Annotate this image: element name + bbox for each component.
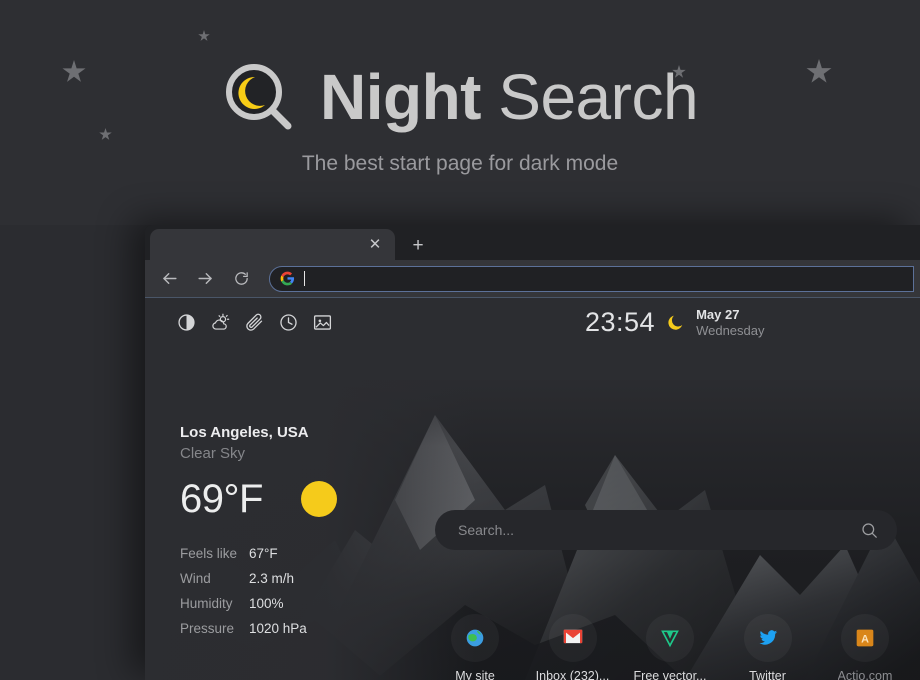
browser-tab-active[interactable]: ✕ (150, 229, 395, 260)
clock-time: 23:54 (585, 307, 656, 337)
gmail-icon (563, 628, 583, 648)
detail-value: 2.3 m/h (249, 571, 295, 586)
weather-condition: Clear Sky (180, 445, 246, 462)
browser-window: ✕ + 23:54 May 27 Wednesday Los Angeles, … (145, 225, 920, 680)
search-box[interactable] (435, 510, 897, 550)
freepik-icon (660, 628, 680, 648)
clock-date: May 27 (696, 307, 740, 323)
detail-value: 67°F (249, 546, 278, 561)
detail-key: Humidity (180, 596, 233, 611)
toolbar-icon-group (145, 312, 333, 333)
hero-banner: Night Search The best start page for dar… (0, 0, 920, 225)
text-cursor (304, 271, 305, 286)
browser-toolbar (145, 260, 920, 298)
moon-magnifier-logo-icon (222, 60, 296, 134)
weather-icon[interactable] (210, 312, 231, 333)
clock-weekday: Wednesday (696, 322, 765, 338)
tagline: The best start page for dark mode (301, 152, 619, 175)
shortcut-disc: A (841, 614, 889, 662)
actio-icon: A (855, 628, 875, 648)
plus-icon[interactable]: + (407, 234, 429, 256)
clock-widget: 23:54 May 27 Wednesday (585, 307, 765, 338)
globe-icon (465, 628, 485, 648)
search-input[interactable] (458, 522, 860, 538)
night-search-promo-page: Night Search The best start page for dar… (0, 0, 920, 680)
date-block: May 27 Wednesday (696, 307, 764, 338)
image-icon[interactable] (312, 312, 333, 333)
shortcut-label: Twitter (749, 669, 786, 680)
start-page-toolbar: 23:54 May 27 Wednesday (145, 298, 920, 346)
start-page: 23:54 May 27 Wednesday Los Angeles, USA … (145, 298, 920, 680)
shortcut-twitter[interactable]: Twitter (728, 614, 808, 680)
shortcut-actio[interactable]: A Actio.com (825, 614, 905, 680)
shortcut-disc (451, 614, 499, 662)
brand-word-bold: Night (319, 61, 482, 133)
shortcut-label: My site (455, 669, 495, 680)
tab-strip: ✕ + (145, 225, 920, 260)
close-icon[interactable]: ✕ (367, 237, 383, 253)
shortcut-disc (548, 614, 597, 662)
svg-text:A: A (861, 634, 869, 646)
paperclip-icon[interactable] (244, 312, 265, 333)
google-g-icon (280, 271, 295, 286)
detail-key: Wind (180, 571, 211, 586)
detail-value: 1020 hPa (249, 621, 307, 636)
shortcut-label: Free vector... (633, 669, 707, 680)
shortcut-label: Actio.com (837, 669, 893, 680)
table-row: Humidity 100% (180, 596, 470, 611)
crescent-moon-icon (666, 313, 685, 332)
weather-temperature: 69°F (180, 477, 263, 521)
contrast-icon[interactable] (176, 312, 197, 333)
reload-icon[interactable] (226, 264, 256, 294)
detail-key: Feels like (180, 546, 238, 561)
shortcut-inbox[interactable]: Inbox (232)... (533, 614, 613, 680)
weather-city: Los Angeles, USA (180, 424, 309, 441)
table-row: Pressure 1020 hPa (180, 621, 470, 636)
table-row: Feels like 67°F (180, 546, 470, 561)
arrow-left-icon[interactable] (154, 264, 184, 294)
twitter-icon (758, 628, 778, 648)
star-decoration (198, 30, 210, 41)
shortcut-my-site[interactable]: My site (435, 614, 515, 680)
shortcut-disc (646, 614, 694, 662)
shortcut-grid: My site Inbox (232)... Free vector... Tw… (435, 614, 905, 680)
shortcut-disc (743, 614, 792, 662)
weather-details-table: Feels like 67°F Wind 2.3 m/h Humidity 10… (180, 546, 470, 636)
brand-lockup: Night Search (0, 60, 920, 134)
brand-word-light: Search (480, 61, 699, 133)
table-row: Wind 2.3 m/h (180, 571, 470, 586)
page-title: Night Search (320, 65, 699, 129)
shortcut-label: Inbox (232)... (535, 669, 610, 680)
arrow-right-icon[interactable] (190, 264, 220, 294)
sun-icon (300, 481, 337, 517)
address-bar[interactable] (269, 265, 914, 292)
shortcut-free-vector[interactable]: Free vector... (630, 614, 710, 680)
detail-key: Pressure (180, 621, 235, 636)
search-icon[interactable] (860, 521, 879, 540)
detail-value: 100% (249, 596, 284, 611)
clock-icon[interactable] (278, 312, 299, 333)
weather-temperature-row: 69°F (180, 479, 470, 519)
weather-widget: Los Angeles, USA Clear Sky 69°F Feels li… (180, 424, 470, 646)
